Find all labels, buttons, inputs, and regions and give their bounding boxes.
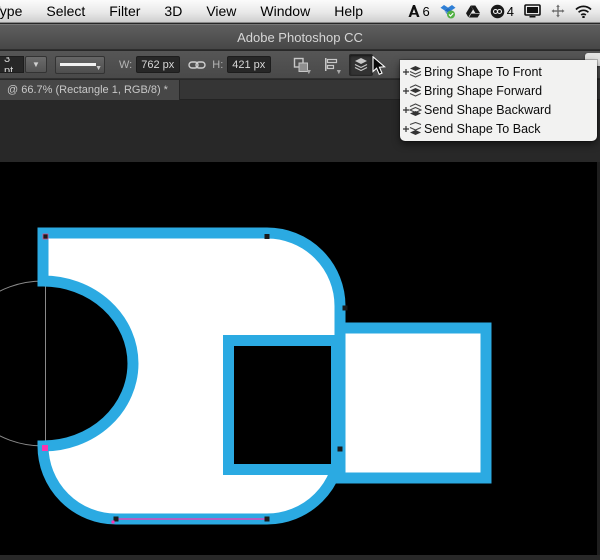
menu-filter[interactable]: Filter: [97, 3, 152, 19]
menu-3d[interactable]: 3D: [152, 3, 194, 19]
right-rectangle-shape[interactable]: [340, 328, 486, 478]
menu-item-bring-shape-forward[interactable]: Bring Shape Forward: [400, 81, 597, 100]
height-label: H:: [212, 59, 223, 71]
wifi-icon: [575, 5, 592, 18]
chevron-down-icon: ▼: [335, 69, 342, 76]
menu-item-bring-shape-to-front[interactable]: Bring Shape To Front: [400, 62, 597, 81]
subtracted-square-shape[interactable]: [229, 341, 337, 470]
adobe-app-status[interactable]: 6: [407, 4, 430, 19]
selected-anchor-point[interactable]: [42, 445, 48, 451]
chevron-down-icon: ▼: [305, 69, 312, 76]
creative-cloud-status[interactable]: 4: [490, 4, 514, 19]
move-status[interactable]: [551, 4, 565, 18]
chain-link-icon: [188, 60, 206, 70]
menu-item-label: Bring Shape To Front: [424, 65, 542, 79]
mac-menu-bar: Type Select Filter 3D View Window Help 6: [0, 0, 600, 23]
document-tab[interactable]: @ 66.7% (Rectangle 1, RGB/8) *: [0, 80, 180, 100]
menu-item-label: Bring Shape Forward: [424, 84, 542, 98]
menu-items: Type Select Filter 3D View Window Help: [0, 4, 375, 19]
wifi-status[interactable]: [575, 5, 592, 18]
path-arrangement-button[interactable]: [349, 54, 373, 76]
menu-type[interactable]: Type: [0, 3, 34, 19]
document-canvas[interactable]: [0, 162, 600, 555]
chevron-down-icon: ▼: [95, 65, 102, 72]
width-label: W:: [119, 59, 132, 71]
menu-window[interactable]: Window: [248, 3, 322, 19]
link-dimensions-toggle[interactable]: [188, 60, 206, 70]
menu-item-send-shape-to-back[interactable]: Send Shape To Back: [400, 119, 597, 138]
dropbox-icon: [440, 4, 456, 19]
bring-forward-icon: [403, 84, 422, 98]
arrange-layers-icon: [353, 57, 369, 72]
displays-status[interactable]: [524, 4, 541, 18]
shape-layers-artwork: [0, 162, 600, 555]
send-to-back-icon: [403, 122, 422, 136]
anchor-point[interactable]: [43, 234, 48, 239]
menu-select[interactable]: Select: [34, 3, 97, 19]
stroke-width-input[interactable]: 3 pt: [0, 56, 24, 73]
solid-stroke-swatch-icon: [60, 63, 96, 66]
shape-width-input[interactable]: 762 px: [136, 56, 180, 73]
app-title-bar[interactable]: Adobe Photoshop CC: [0, 24, 600, 50]
creative-cloud-badge-count: 4: [507, 4, 514, 19]
menu-view[interactable]: View: [194, 3, 248, 19]
anchor-point[interactable]: [343, 306, 348, 311]
shape-height-input[interactable]: 421 px: [227, 56, 271, 73]
menu-item-label: Send Shape Backward: [424, 103, 551, 117]
menu-item-send-shape-backward[interactable]: Send Shape Backward: [400, 100, 597, 119]
path-operations-button[interactable]: ▼: [289, 54, 313, 76]
dropbox-status[interactable]: [440, 4, 456, 19]
google-drive-icon: [466, 5, 480, 18]
stroke-width-value: 3 pt: [4, 56, 19, 73]
menu-item-label: Send Shape To Back: [424, 122, 541, 136]
anchor-point[interactable]: [265, 234, 270, 239]
adobe-badge-count: 6: [423, 4, 430, 19]
stroke-style-dropdown[interactable]: ▼: [55, 56, 105, 74]
menu-help[interactable]: Help: [322, 3, 375, 19]
creative-cloud-icon: [490, 4, 505, 19]
app-title: Adobe Photoshop CC: [237, 30, 363, 45]
anchor-point[interactable]: [265, 517, 270, 522]
adobe-a-icon: [407, 4, 421, 18]
stroke-width-dropdown-button[interactable]: ▼: [25, 56, 47, 73]
mouse-cursor: [372, 56, 387, 81]
anchor-point-highlight: [112, 521, 115, 524]
display-icon: [524, 4, 541, 18]
arrow-cursor-icon: [372, 56, 387, 76]
chevron-down-icon: ▼: [32, 60, 40, 69]
google-drive-status[interactable]: [466, 5, 480, 18]
arrange-dropdown-menu: Bring Shape To Front Bring Shape Forward…: [400, 60, 597, 141]
shape-height-value: 421 px: [232, 59, 265, 71]
shape-width-value: 762 px: [141, 59, 174, 71]
anchor-point[interactable]: [338, 447, 343, 452]
send-backward-icon: [403, 103, 422, 117]
bring-to-front-icon: [403, 65, 422, 79]
document-tab-label: @ 66.7% (Rectangle 1, RGB/8) *: [7, 84, 168, 96]
path-alignment-button[interactable]: ▼: [319, 54, 343, 76]
crosshair-icon: [551, 4, 565, 18]
